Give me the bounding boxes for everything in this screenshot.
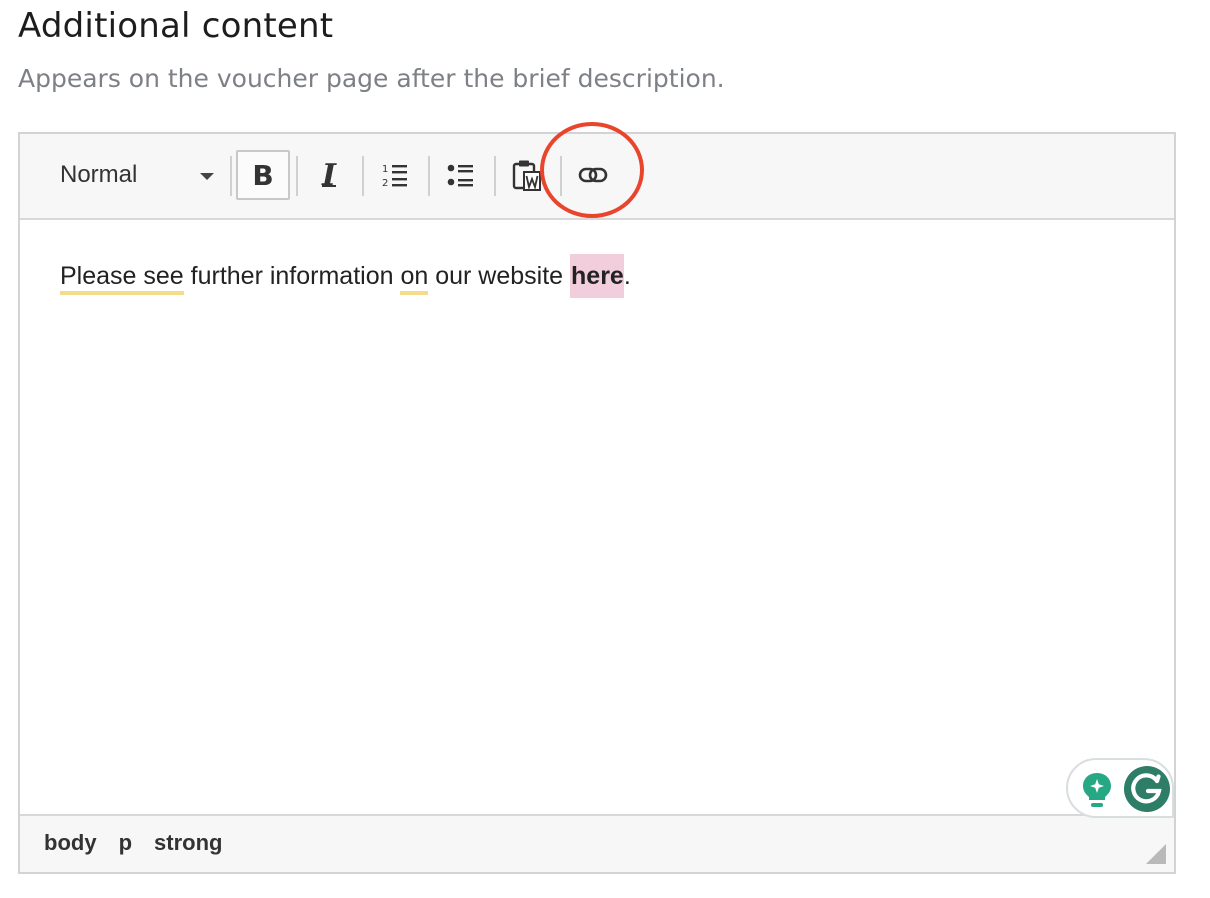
grammar-flagged-text[interactable]: Please see: [60, 262, 184, 295]
toolbar-divider: [296, 156, 298, 196]
format-dropdown-value: Normal: [60, 161, 138, 188]
toolbar-divider: [560, 156, 562, 196]
grammarly-widget[interactable]: [1066, 758, 1174, 818]
element-path: body p strong: [44, 830, 244, 856]
toolbar-divider: [362, 156, 364, 196]
ordered-list-button[interactable]: 1 2: [368, 150, 422, 200]
link-button[interactable]: [566, 150, 620, 200]
selected-link-text[interactable]: here: [570, 254, 624, 298]
section-title: Additional content: [18, 6, 334, 46]
path-item-strong[interactable]: strong: [154, 830, 222, 856]
italic-icon: I: [321, 157, 337, 193]
ordered-list-icon: 1 2: [382, 164, 407, 189]
rich-text-editor: Normal B I 1 2 Please see further inform…: [18, 132, 1176, 874]
grammarly-logo-icon: [1124, 766, 1170, 812]
svg-text:1: 1: [382, 164, 388, 175]
editor-paragraph[interactable]: Please see further information on our we…: [60, 254, 631, 298]
path-item-p[interactable]: p: [119, 830, 132, 856]
editor-content-area[interactable]: Please see further information on our we…: [20, 218, 1174, 816]
svg-text:2: 2: [382, 178, 388, 189]
paste-from-word-button[interactable]: [500, 150, 554, 200]
editor-statusbar: body p strong: [20, 814, 1174, 872]
path-item-body[interactable]: body: [44, 830, 97, 856]
bold-button[interactable]: B: [236, 150, 290, 200]
lightbulb-icon: [1083, 773, 1111, 807]
paragraph-text: .: [623, 262, 631, 290]
editor-toolbar: Normal B I 1 2: [20, 134, 1174, 220]
italic-button[interactable]: I: [302, 150, 356, 200]
bullet-list-button[interactable]: [434, 150, 488, 200]
bullet-list-icon: [447, 164, 473, 187]
grammar-flagged-text[interactable]: on: [400, 262, 429, 295]
paste-word-icon: [512, 160, 541, 191]
format-dropdown[interactable]: Normal: [40, 150, 220, 200]
section-description: Appears on the voucher page after the br…: [18, 64, 725, 93]
toolbar-divider: [428, 156, 430, 196]
chevron-down-icon: [200, 173, 214, 180]
paragraph-text: further information: [183, 262, 401, 290]
bold-icon: B: [252, 158, 274, 192]
toolbar-divider: [230, 156, 232, 196]
resize-handle[interactable]: [1146, 844, 1166, 864]
toolbar-divider: [494, 156, 496, 196]
link-icon: [578, 167, 608, 183]
paragraph-text: our website: [428, 262, 571, 290]
